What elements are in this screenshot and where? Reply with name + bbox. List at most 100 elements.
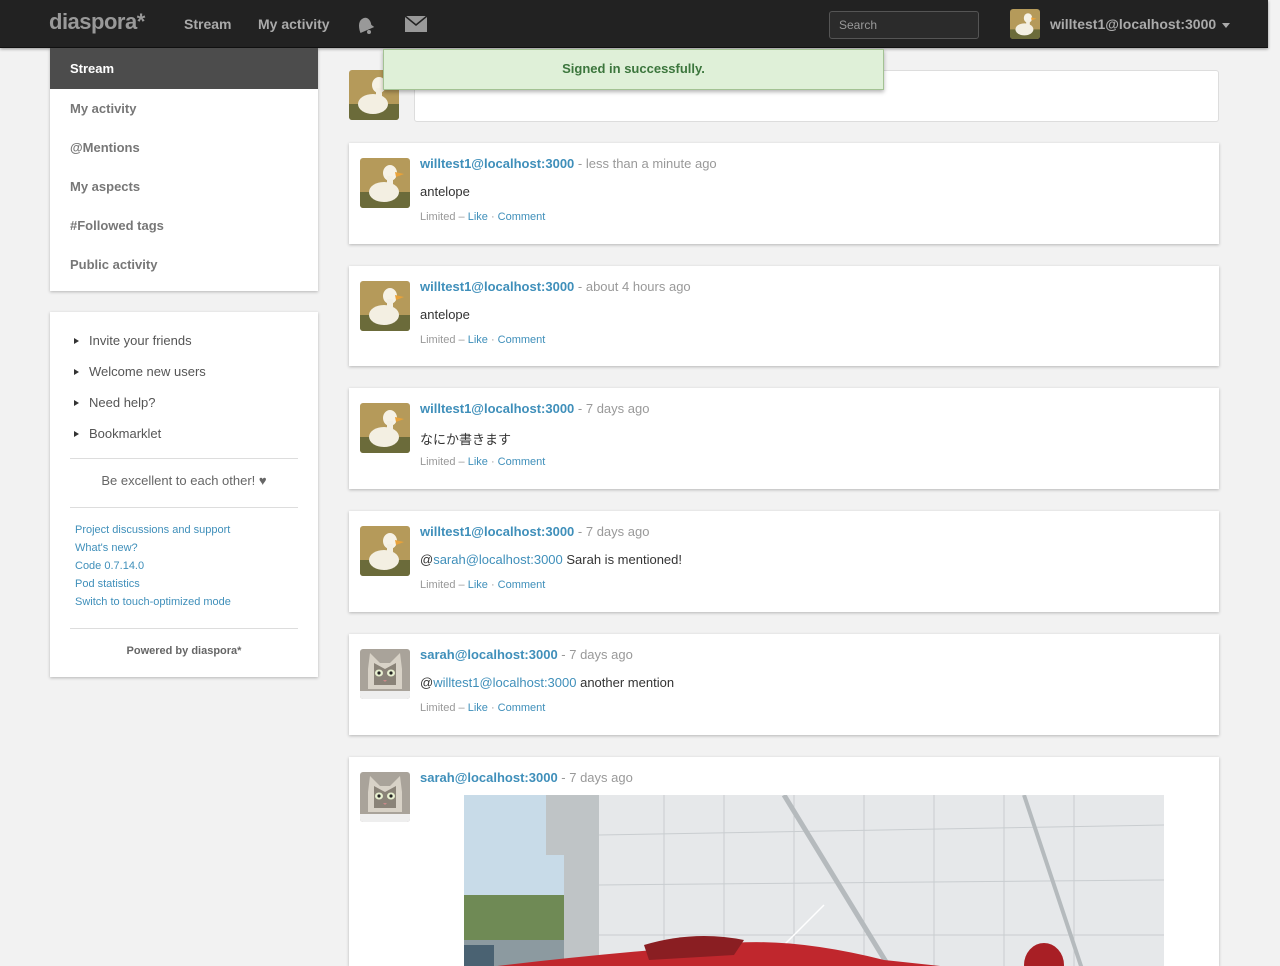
post-text: @sarah@localhost:3000 Sarah is mentioned… bbox=[420, 552, 682, 567]
motto-text: Be excellent to each other! ♥ bbox=[101, 473, 267, 488]
user-menu[interactable]: willtest1@localhost:3000 bbox=[1010, 9, 1231, 39]
like-link[interactable]: Like bbox=[468, 579, 488, 591]
post-time[interactable]: - about 4 hours ago bbox=[574, 279, 691, 294]
post-meta: willtest1@localhost:3000 - 7 days ago bbox=[420, 401, 649, 416]
powered-by-text: Powered by diaspora* bbox=[126, 645, 242, 657]
sidebar-item-mentions[interactable]: @Mentions bbox=[50, 128, 318, 167]
post-actions: Limited – Like · Comment bbox=[420, 456, 546, 468]
bookmarklet-label: Bookmarklet bbox=[89, 426, 162, 441]
welcome-users-label: Welcome new users bbox=[89, 364, 206, 379]
sidebar-item-public-activity[interactable]: Public activity bbox=[50, 245, 318, 284]
mention-link[interactable]: sarah@localhost:3000 bbox=[433, 552, 563, 567]
messages-envelope-icon[interactable] bbox=[404, 15, 428, 36]
like-link[interactable]: Like bbox=[468, 334, 488, 346]
post-text: antelope bbox=[420, 307, 470, 322]
stream-post: willtest1@localhost:3000 - 7 days ago @s… bbox=[349, 511, 1219, 612]
whats-new-link[interactable]: What's new? bbox=[75, 542, 138, 554]
top-header: diaspora* Stream My activity willtest1@l… bbox=[0, 0, 1268, 48]
nav-stream[interactable]: Stream bbox=[184, 16, 231, 32]
comment-link[interactable]: Comment bbox=[498, 211, 546, 223]
post-text: @willtest1@localhost:3000 another mentio… bbox=[420, 675, 674, 690]
author-link[interactable]: willtest1@localhost:3000 bbox=[420, 524, 574, 539]
post-meta: sarah@localhost:3000 - 7 days ago bbox=[420, 770, 633, 785]
author-link[interactable]: sarah@localhost:3000 bbox=[420, 770, 558, 785]
triangle-right-icon bbox=[74, 430, 79, 437]
post-text: なにか書きます bbox=[420, 432, 512, 447]
stream-post: sarah@localhost:3000 - 7 days ago bbox=[349, 757, 1219, 966]
post-time[interactable]: - 7 days ago bbox=[574, 401, 650, 416]
stream-post: willtest1@localhost:3000 - less than a m… bbox=[349, 143, 1219, 244]
mention-prefix: @ bbox=[420, 552, 434, 567]
author-avatar[interactable] bbox=[360, 281, 410, 331]
user-avatar bbox=[1010, 9, 1040, 39]
like-link[interactable]: Like bbox=[468, 456, 488, 468]
visibility-label: Limited – bbox=[420, 334, 468, 346]
sidebar-nav: Stream My activity @Mentions My aspects … bbox=[50, 48, 318, 291]
mention-link[interactable]: willtest1@localhost:3000 bbox=[433, 675, 576, 690]
comment-link[interactable]: Comment bbox=[498, 579, 546, 591]
project-discussions-link[interactable]: Project discussions and support bbox=[75, 524, 230, 536]
visibility-label: Limited – bbox=[420, 702, 468, 714]
welcome-users-link[interactable]: Welcome new users bbox=[74, 364, 206, 379]
author-link[interactable]: willtest1@localhost:3000 bbox=[420, 279, 574, 294]
comment-link[interactable]: Comment bbox=[498, 702, 546, 714]
author-avatar[interactable] bbox=[360, 649, 410, 699]
post-actions: Limited – Like · Comment bbox=[420, 702, 546, 714]
visibility-label: Limited – bbox=[420, 211, 468, 223]
post-time[interactable]: - 7 days ago bbox=[558, 647, 633, 662]
author-avatar[interactable] bbox=[360, 772, 410, 822]
post-actions: Limited – Like · Comment bbox=[420, 334, 546, 346]
post-meta: willtest1@localhost:3000 - about 4 hours… bbox=[420, 279, 691, 294]
notifications-bell-icon[interactable] bbox=[354, 14, 376, 34]
post-meta: sarah@localhost:3000 - 7 days ago bbox=[420, 647, 633, 662]
author-avatar[interactable] bbox=[360, 158, 410, 208]
need-help-label: Need help? bbox=[89, 395, 156, 410]
post-text-rest: another mention bbox=[576, 675, 675, 690]
author-link[interactable]: willtest1@localhost:3000 bbox=[420, 156, 574, 171]
invite-friends-label: Invite your friends bbox=[89, 333, 192, 348]
sidebar-info-panel: Invite your friends Welcome new users Ne… bbox=[50, 312, 318, 677]
mention-prefix: @ bbox=[420, 675, 434, 690]
comment-link[interactable]: Comment bbox=[498, 334, 546, 346]
divider bbox=[70, 507, 298, 508]
triangle-right-icon bbox=[74, 399, 79, 406]
bookmarklet-link[interactable]: Bookmarklet bbox=[74, 426, 161, 441]
chevron-down-icon bbox=[1222, 22, 1231, 28]
post-photo[interactable] bbox=[464, 795, 1164, 966]
nav-my-activity[interactable]: My activity bbox=[258, 16, 330, 32]
visibility-label: Limited – bbox=[420, 579, 468, 591]
author-link[interactable]: willtest1@localhost:3000 bbox=[420, 401, 574, 416]
flash-message: Signed in successfully. bbox=[383, 49, 884, 90]
username: willtest1@localhost:3000 bbox=[1050, 16, 1217, 32]
divider bbox=[70, 458, 298, 459]
brand-logo[interactable]: diaspora* bbox=[49, 9, 145, 35]
sidebar-item-followed-tags[interactable]: #Followed tags bbox=[50, 206, 318, 245]
author-avatar[interactable] bbox=[360, 403, 410, 453]
author-avatar[interactable] bbox=[360, 526, 410, 576]
touch-mode-link[interactable]: Switch to touch-optimized mode bbox=[75, 596, 231, 608]
stream-post: sarah@localhost:3000 - 7 days ago @willt… bbox=[349, 634, 1219, 735]
sidebar-item-my-aspects[interactable]: My aspects bbox=[50, 167, 318, 206]
post-time[interactable]: - less than a minute ago bbox=[574, 156, 717, 171]
post-text-rest: Sarah is mentioned! bbox=[562, 552, 682, 567]
like-link[interactable]: Like bbox=[468, 211, 488, 223]
stream-post: willtest1@localhost:3000 - about 4 hours… bbox=[349, 266, 1219, 366]
invite-friends-link[interactable]: Invite your friends bbox=[74, 333, 192, 348]
sidebar-item-my-activity[interactable]: My activity bbox=[50, 89, 318, 128]
divider bbox=[70, 628, 298, 629]
need-help-link[interactable]: Need help? bbox=[74, 395, 156, 410]
post-meta: willtest1@localhost:3000 - less than a m… bbox=[420, 156, 717, 171]
pod-statistics-link[interactable]: Pod statistics bbox=[75, 578, 140, 590]
post-actions: Limited – Like · Comment bbox=[420, 579, 546, 591]
post-time[interactable]: - 7 days ago bbox=[574, 524, 650, 539]
search-input[interactable] bbox=[829, 11, 979, 39]
like-link[interactable]: Like bbox=[468, 702, 488, 714]
visibility-label: Limited – bbox=[420, 456, 468, 468]
triangle-right-icon bbox=[74, 368, 79, 375]
sidebar-item-stream[interactable]: Stream bbox=[50, 48, 318, 89]
author-link[interactable]: sarah@localhost:3000 bbox=[420, 647, 558, 662]
comment-link[interactable]: Comment bbox=[498, 456, 546, 468]
stream-post: willtest1@localhost:3000 - 7 days ago なに… bbox=[349, 388, 1219, 489]
code-version-link[interactable]: Code 0.7.14.0 bbox=[75, 560, 144, 572]
post-time[interactable]: - 7 days ago bbox=[558, 770, 633, 785]
